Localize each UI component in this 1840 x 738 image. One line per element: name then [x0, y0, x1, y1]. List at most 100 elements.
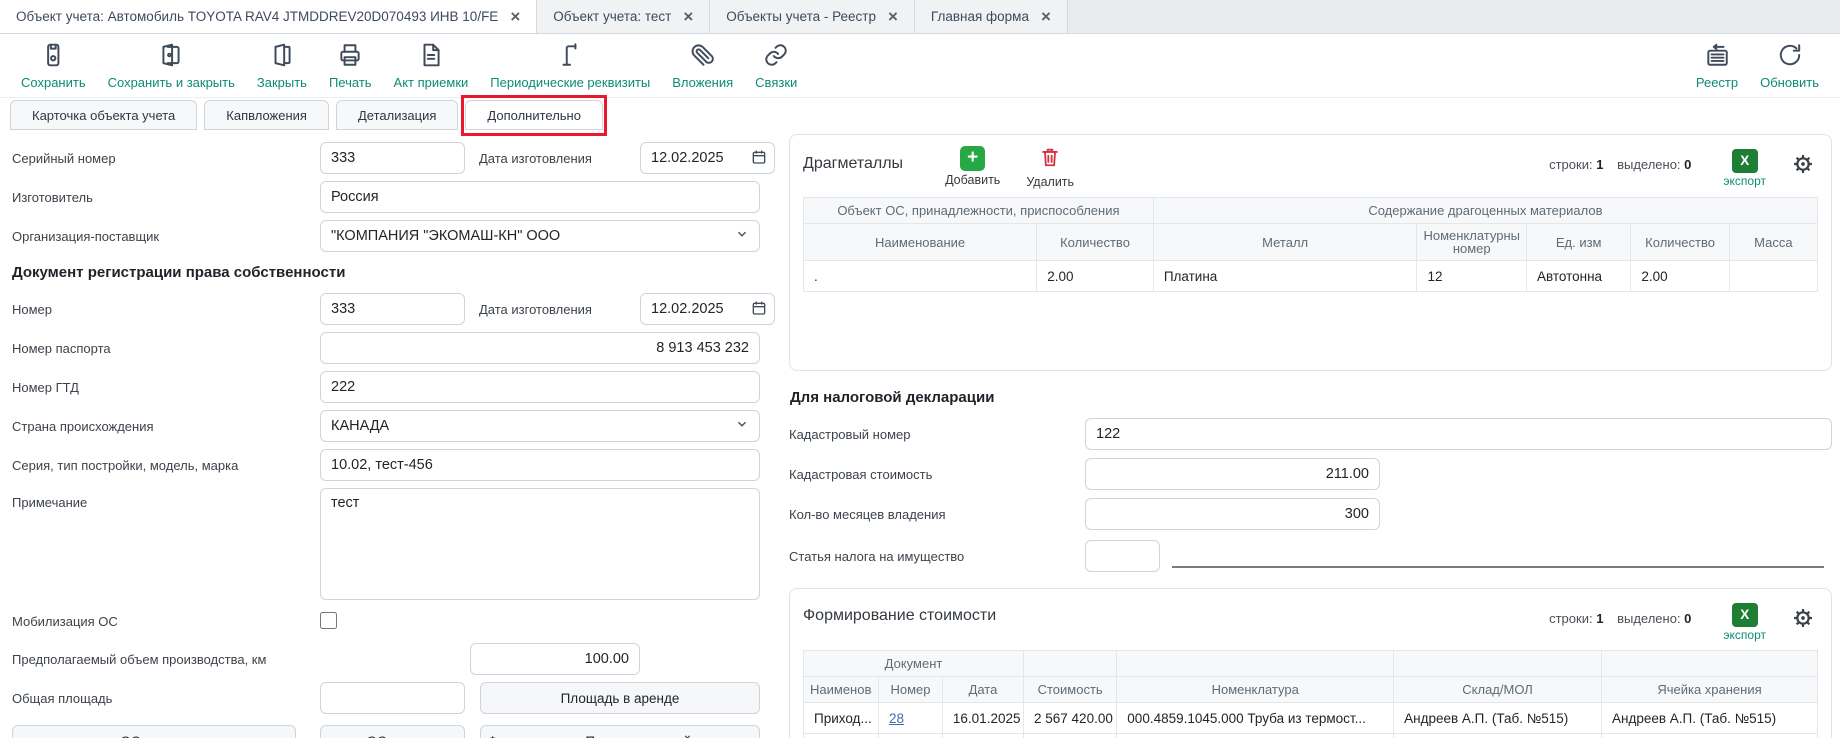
- cost-formation-table: Документ Наименование Номер Дата Стоимос…: [803, 650, 1818, 738]
- gtd-number-input[interactable]: [320, 371, 760, 403]
- column-header[interactable]: Наименование: [804, 677, 879, 703]
- tab-capital-investments[interactable]: Капвложения: [204, 100, 329, 130]
- window-tab-test[interactable]: Объект учета: тест ×: [537, 0, 710, 33]
- close-icon[interactable]: ×: [1041, 8, 1051, 25]
- panel-title: Формирование стоимости: [803, 597, 996, 625]
- save-and-close-button[interactable]: Сохранить и закрыть: [97, 38, 246, 94]
- manufacture-date-field: [640, 142, 775, 174]
- gear-icon[interactable]: [1792, 153, 1814, 180]
- delete-row-button[interactable]: Удалить: [1026, 146, 1074, 189]
- production-volume-input[interactable]: [470, 643, 640, 675]
- refresh-button[interactable]: Обновить: [1749, 38, 1830, 94]
- excel-icon: X: [1732, 149, 1758, 173]
- column-header[interactable]: Масса: [1729, 224, 1817, 261]
- column-header[interactable]: Наименование: [804, 224, 1037, 261]
- gear-icon[interactable]: [1792, 607, 1814, 634]
- select-value: "КОМПАНИЯ "ЭКОМАШ-КН" ООО: [331, 228, 560, 244]
- add-row-button[interactable]: + Добавить: [945, 146, 1000, 187]
- close-button[interactable]: Закрыть: [246, 38, 318, 94]
- acceptance-act-button[interactable]: Акт приемки: [383, 38, 480, 94]
- window-tab-asset-card[interactable]: Объект учета: Автомобиль TOYOTA RAV4 JTM…: [0, 0, 537, 33]
- column-header[interactable]: Номер: [879, 677, 943, 703]
- cell-storage: Андреев А.П. (Таб. №515): [1601, 703, 1817, 734]
- table-row[interactable]: Приход... 28 16.01.2025 2 567 420.00 000…: [804, 703, 1818, 734]
- save-and-close-icon: [158, 42, 184, 73]
- column-header[interactable]: Количество: [1037, 224, 1154, 261]
- toolbar-button-label: Обновить: [1760, 75, 1819, 90]
- column-header[interactable]: Склад/МОЛ: [1394, 677, 1602, 703]
- tax-article-code-input[interactable]: [1085, 540, 1160, 572]
- column-header[interactable]: Металл: [1153, 224, 1417, 261]
- initial-cost-button[interactable]: Формирование Первоначальной стоимост: [480, 725, 760, 738]
- window-tab-bar: Объект учета: Автомобиль TOYOTA RAV4 JTM…: [0, 0, 1840, 34]
- group-header: Содержание драгоценных материалов: [1153, 198, 1817, 224]
- ownership-months-input[interactable]: [1085, 498, 1380, 530]
- field-label: Номер паспорта: [12, 340, 320, 356]
- print-button[interactable]: Печать: [318, 38, 383, 94]
- periodic-requisites-button[interactable]: Периодические реквизиты: [479, 38, 661, 94]
- column-header[interactable]: Номенклатурный номер: [1417, 224, 1527, 261]
- toolbar-button-label: Реестр: [1696, 75, 1738, 90]
- area-rent-button[interactable]: Площадь в аренде: [480, 682, 760, 714]
- precious-metals-panel: Драгметаллы + Добавить Удалить строки: 1…: [789, 134, 1832, 371]
- field-label: Предполагаемый объем производства, км: [12, 651, 320, 667]
- os-auto-button[interactable]: ОС авто: [320, 725, 465, 738]
- os-building-button[interactable]: ОС здания: [12, 725, 296, 738]
- add-row-label: Добавить: [945, 173, 1000, 187]
- tax-article-value-field[interactable]: [1172, 538, 1824, 568]
- tab-additional[interactable]: Дополнительно: [465, 100, 603, 130]
- refresh-icon: [1777, 42, 1803, 73]
- registry-button[interactable]: Реестр: [1685, 38, 1749, 94]
- save-button[interactable]: Сохранить: [10, 38, 97, 94]
- document-link[interactable]: 28: [889, 711, 904, 726]
- close-icon[interactable]: ×: [888, 8, 898, 25]
- column-header[interactable]: Количество: [1631, 224, 1729, 261]
- series-model-input[interactable]: [320, 449, 760, 481]
- total-area-input[interactable]: [320, 682, 465, 714]
- close-icon[interactable]: ×: [683, 8, 693, 25]
- table-row[interactable]: . 2.00 Платина 12 Автотонна 2.00: [804, 261, 1818, 292]
- toolbar-button-label: Акт приемки: [394, 75, 469, 90]
- paperclip-icon: [690, 42, 716, 73]
- cell-warehouse: Андреев А.П. (Таб. №515): [1394, 703, 1602, 734]
- export-label: экспорт: [1723, 174, 1766, 188]
- calendar-icon[interactable]: [751, 149, 767, 170]
- group-header: [1117, 651, 1394, 677]
- registry-icon: [1704, 42, 1730, 73]
- field-label: Дата изготовления: [479, 302, 592, 317]
- tab-detailing[interactable]: Детализация: [336, 100, 458, 130]
- mobilization-checkbox[interactable]: [320, 612, 337, 629]
- excel-export-button[interactable]: X экспорт: [1723, 149, 1766, 188]
- passport-number-input[interactable]: [320, 332, 760, 364]
- column-header[interactable]: Дата: [942, 677, 1023, 703]
- tab-object-card[interactable]: Карточка объекта учета: [10, 100, 197, 130]
- attachments-button[interactable]: Вложения: [661, 38, 744, 94]
- cadastral-value-input[interactable]: [1085, 458, 1380, 490]
- excel-export-button[interactable]: X экспорт: [1723, 603, 1766, 642]
- cell-quantity: 2.00: [1037, 261, 1154, 292]
- country-select[interactable]: КАНАДА: [320, 410, 760, 442]
- close-icon[interactable]: ×: [510, 8, 520, 25]
- cell-doc-number: 28: [879, 703, 943, 734]
- doc-number-input[interactable]: [320, 293, 465, 325]
- precious-metals-table: Объект ОС, принадлежности, приспособлени…: [803, 197, 1818, 292]
- serial-number-input[interactable]: [320, 142, 465, 174]
- cadastral-number-input[interactable]: [1085, 418, 1832, 450]
- column-header[interactable]: Ячейка хранения: [1601, 677, 1817, 703]
- toolbar-button-label: Сохранить и закрыть: [108, 75, 235, 90]
- column-header[interactable]: Ед. изм: [1526, 224, 1630, 261]
- links-button[interactable]: Связки: [744, 38, 808, 94]
- column-header[interactable]: Номенклатура: [1117, 677, 1394, 703]
- window-tab-registry[interactable]: Объекты учета - Реестр ×: [710, 0, 915, 33]
- field-label: Примечание: [12, 488, 320, 510]
- toolbar-button-label: Закрыть: [257, 75, 307, 90]
- column-header[interactable]: Стоимость: [1024, 677, 1117, 703]
- field-label: Общая площадь: [12, 690, 320, 706]
- manufacturer-input[interactable]: [320, 181, 760, 213]
- supplier-select[interactable]: "КОМПАНИЯ "ЭКОМАШ-КН" ООО: [320, 220, 760, 252]
- calendar-icon[interactable]: [751, 300, 767, 321]
- field-label: Статья налога на имущество: [789, 548, 1085, 564]
- window-tab-main-form[interactable]: Главная форма ×: [915, 0, 1068, 33]
- cell-name: .: [804, 261, 1037, 292]
- note-textarea[interactable]: тест: [320, 488, 760, 600]
